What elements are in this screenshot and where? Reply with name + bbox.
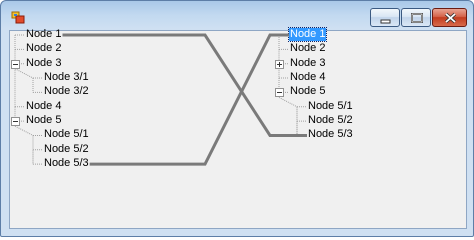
left-tree-item-node-3-1[interactable]: Node 3/1 <box>43 71 90 84</box>
left-collapse-icon-node-5[interactable] <box>11 117 20 127</box>
left-tree-item-node-5[interactable]: Node 5 <box>25 114 62 127</box>
right-tree-item-node-4[interactable]: Node 4 <box>289 71 326 84</box>
close-button[interactable] <box>432 8 467 27</box>
left-collapse-icon-node-3[interactable] <box>11 59 20 69</box>
left-tree-item-node-3-2[interactable]: Node 3/2 <box>43 85 90 98</box>
left-tree-item-node-1[interactable]: Node 1 <box>25 28 62 41</box>
close-icon <box>444 12 457 24</box>
left-tree-item-node-5-3[interactable]: Node 5/3 <box>43 157 90 170</box>
right-tree-item-node-3[interactable]: Node 3 <box>289 57 326 70</box>
left-tree-item-node-2[interactable]: Node 2 <box>25 42 62 55</box>
app-icon <box>11 11 25 24</box>
right-tree-item-node-2[interactable]: Node 2 <box>289 42 326 55</box>
maximize-button[interactable] <box>401 8 431 27</box>
right-tree-item-node-5-3[interactable]: Node 5/3 <box>307 128 354 141</box>
right-collapse-icon-node-5[interactable] <box>275 88 284 98</box>
minimize-icon <box>380 19 391 24</box>
right-tree-item-node-5[interactable]: Node 5 <box>289 85 326 98</box>
right-expand-icon-node-3[interactable] <box>275 59 284 69</box>
left-tree-item-node-5-2[interactable]: Node 5/2 <box>43 143 90 156</box>
right-tree-item-node-5-1[interactable]: Node 5/1 <box>307 100 354 113</box>
minimize-button[interactable] <box>370 8 400 27</box>
left-tree-item-node-3[interactable]: Node 3 <box>25 57 62 70</box>
right-tree-item-node-1[interactable]: Node 1 <box>287 27 328 42</box>
left-tree-item-node-5-1[interactable]: Node 5/1 <box>43 128 90 141</box>
left-tree-item-node-4[interactable]: Node 4 <box>25 100 62 113</box>
maximize-icon <box>411 13 423 23</box>
right-tree-item-node-5-2[interactable]: Node 5/2 <box>307 114 354 127</box>
app-window <box>0 0 474 237</box>
